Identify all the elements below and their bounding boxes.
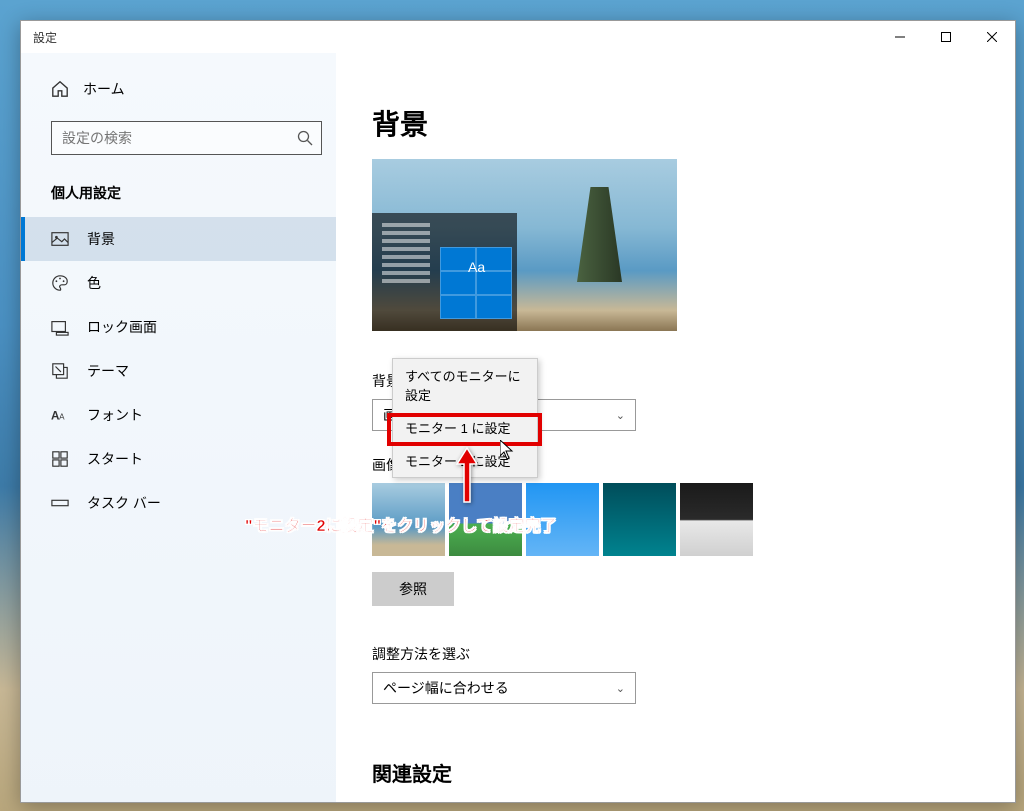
nav-start[interactable]: スタート xyxy=(21,437,336,481)
home-label: ホーム xyxy=(83,79,125,99)
theme-icon xyxy=(51,362,69,380)
nav-fonts[interactable]: AA フォント xyxy=(21,393,336,437)
window-title: 設定 xyxy=(33,29,877,46)
search-input[interactable] xyxy=(62,130,297,146)
wallpaper-thumb-4[interactable] xyxy=(603,483,676,556)
context-set-monitor-1[interactable]: モニター 1 に設定 xyxy=(393,411,537,444)
nav-colors[interactable]: 色 xyxy=(21,261,336,305)
page-title: 背景 xyxy=(372,103,1015,143)
search-box[interactable] xyxy=(51,121,322,155)
desktop-preview: Aa xyxy=(372,159,677,331)
sidebar: ホーム 個人用設定 背景 色 ロック画面 テーマ xyxy=(21,53,336,802)
nav-label: テーマ xyxy=(87,361,129,381)
search-icon xyxy=(297,130,313,146)
nav-label: フォント xyxy=(87,405,143,425)
nav-lockscreen[interactable]: ロック画面 xyxy=(21,305,336,349)
context-set-all-monitors[interactable]: すべてのモニターに設定 xyxy=(393,359,537,411)
taskbar-icon xyxy=(51,494,69,512)
palette-icon xyxy=(51,274,69,292)
maximize-button[interactable] xyxy=(923,21,969,53)
font-icon: AA xyxy=(51,406,69,424)
fit-label: 調整方法を選ぶ xyxy=(372,644,1015,664)
nav-label: ロック画面 xyxy=(87,317,157,337)
preview-sample-text: Aa xyxy=(468,259,485,275)
nav-label: 背景 xyxy=(87,229,115,249)
home-icon xyxy=(51,80,69,98)
close-button[interactable] xyxy=(969,21,1015,53)
titlebar: 設定 xyxy=(21,21,1015,53)
fit-dropdown[interactable]: ページ幅に合わせる ⌄ xyxy=(372,672,636,704)
nav-background[interactable]: 背景 xyxy=(21,217,336,261)
context-menu: すべてのモニターに設定 モニター 1 に設定 モニター 2 に設定 xyxy=(392,358,538,478)
nav-taskbar[interactable]: タスク バー xyxy=(21,481,336,525)
wallpaper-thumb-3[interactable] xyxy=(526,483,599,556)
category-heading: 個人用設定 xyxy=(21,173,336,217)
window-controls xyxy=(877,21,1015,53)
picture-icon xyxy=(51,230,69,248)
high-contrast-link[interactable]: ハイ コントラスト設定 xyxy=(372,801,1015,802)
wallpaper-thumb-1[interactable] xyxy=(372,483,445,556)
minimize-button[interactable] xyxy=(877,21,923,53)
dropdown-value: ページ幅に合わせる xyxy=(383,678,509,698)
browse-button[interactable]: 参照 xyxy=(372,572,454,606)
svg-text:A: A xyxy=(59,413,65,422)
nav-label: タスク バー xyxy=(87,493,161,513)
lockscreen-icon xyxy=(51,318,69,336)
chevron-down-icon: ⌄ xyxy=(616,682,625,695)
wallpaper-thumb-5[interactable] xyxy=(680,483,753,556)
home-button[interactable]: ホーム xyxy=(35,71,336,107)
chevron-down-icon: ⌄ xyxy=(616,409,625,422)
nav-label: スタート xyxy=(87,449,143,469)
nav-label: 色 xyxy=(87,273,101,293)
start-icon xyxy=(51,450,69,468)
context-set-monitor-2[interactable]: モニター 2 に設定 xyxy=(393,444,537,477)
wallpaper-thumbnails xyxy=(372,483,1015,556)
nav-themes[interactable]: テーマ xyxy=(21,349,336,393)
wallpaper-thumb-2[interactable] xyxy=(449,483,522,556)
related-heading: 関連設定 xyxy=(372,758,1015,787)
